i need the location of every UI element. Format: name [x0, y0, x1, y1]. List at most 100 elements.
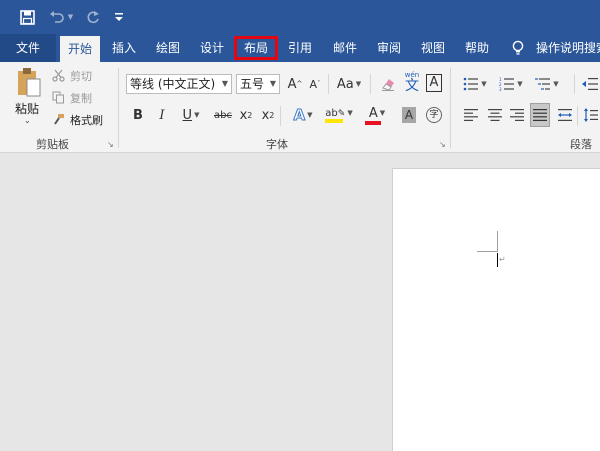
format-painter-icon: [52, 113, 66, 127]
underline-button[interactable]: U ▼: [176, 104, 206, 126]
grow-font-label: A: [287, 76, 297, 92]
paste-label[interactable]: 粘贴: [15, 100, 39, 117]
divider: [370, 74, 371, 94]
distributed-icon: [558, 109, 572, 121]
svg-text:3: 3: [499, 87, 502, 91]
scissors-icon: [52, 69, 66, 83]
grow-font-button[interactable]: A ^: [286, 73, 304, 95]
subscript-label: x: [239, 107, 248, 123]
font-launcher-icon[interactable]: ↘: [439, 140, 446, 149]
subscript-button[interactable]: x2: [238, 104, 254, 126]
divider: [574, 74, 575, 94]
title-bar: ▼: [0, 0, 600, 34]
decrease-indent-icon: [582, 78, 598, 90]
margin-corner-mark: [477, 231, 498, 252]
align-right-icon: [510, 109, 524, 121]
tab-review[interactable]: 审阅: [370, 34, 408, 62]
justify-button[interactable]: [530, 103, 550, 127]
change-case-button[interactable]: Aa ▼: [334, 73, 364, 95]
character-shading-button[interactable]: A: [400, 104, 418, 126]
distributed-button[interactable]: [556, 104, 574, 126]
format-painter-button[interactable]: 格式刷: [52, 112, 103, 128]
tab-insert[interactable]: 插入: [104, 34, 144, 62]
numbering-icon: 123: [499, 77, 515, 91]
highlight-color-swatch: [325, 118, 343, 123]
tab-draw[interactable]: 绘图: [148, 34, 188, 62]
bold-button[interactable]: B: [130, 104, 146, 126]
divider: [328, 74, 329, 94]
phonetic-guide-button[interactable]: wén 文: [402, 71, 422, 93]
tab-file[interactable]: 文件: [0, 34, 56, 62]
font-color-icon: A: [368, 105, 378, 121]
tab-references[interactable]: 引用: [282, 34, 318, 62]
copy-button[interactable]: 复制: [52, 90, 92, 106]
tab-home[interactable]: 开始: [60, 36, 100, 62]
superscript-label: x: [261, 107, 270, 123]
multilevel-list-button[interactable]: ▼: [532, 73, 562, 95]
text-highlight-button[interactable]: ab✎ ▼: [322, 104, 356, 126]
font-name-combo[interactable]: 等线 (中文正文) ▼: [126, 74, 232, 94]
ribbon-home: 粘贴 ⌄ 剪切 复制 格式刷 剪贴板 ↘ 等线 (中文正文) ▼ 五号 ▼ A ^…: [0, 62, 600, 153]
tab-mailings[interactable]: 邮件: [326, 34, 364, 62]
chevron-down-icon: ▼: [221, 79, 228, 88]
bullets-icon: [463, 77, 479, 91]
cut-label: 剪切: [70, 70, 92, 83]
paste-button[interactable]: [14, 66, 44, 100]
font-color-button[interactable]: A ▼: [362, 104, 392, 126]
font-size-value: 五号: [240, 77, 265, 91]
paragraph-group-label: 段落: [570, 138, 592, 151]
character-border-button[interactable]: A: [424, 72, 444, 94]
ribbon-tabs: 文件 开始 插入 绘图 设计 布局 引用 邮件 审阅 视图 帮助 操作说明搜索: [0, 34, 600, 62]
paste-dropdown-icon[interactable]: ⌄: [24, 116, 31, 125]
group-separator: [450, 68, 451, 148]
decrease-indent-button[interactable]: [580, 73, 600, 95]
align-center-icon: [488, 109, 502, 121]
undo-icon[interactable]: ▼: [44, 6, 78, 28]
chevron-down-icon: ▼: [269, 79, 276, 88]
enclose-characters-icon: 字: [426, 107, 442, 123]
tab-layout[interactable]: 布局: [234, 36, 278, 60]
align-left-icon: [464, 109, 478, 121]
strikethrough-button[interactable]: abc: [212, 104, 234, 126]
tab-help[interactable]: 帮助: [458, 34, 496, 62]
align-right-button[interactable]: [508, 104, 526, 126]
shrink-font-label: A: [309, 77, 318, 91]
align-left-button[interactable]: [462, 104, 480, 126]
enclose-characters-button[interactable]: 字: [424, 104, 444, 126]
document-page[interactable]: ↵: [392, 168, 600, 451]
justify-icon: [533, 109, 547, 121]
numbering-button[interactable]: 1 2 3 ▼: [496, 73, 526, 95]
group-separator: [118, 68, 119, 148]
divider: [280, 106, 281, 126]
text-effects-button[interactable]: A ▼: [288, 104, 318, 126]
shrink-font-button[interactable]: Aˇ: [306, 73, 324, 95]
clipboard-launcher-icon[interactable]: ↘: [107, 140, 114, 149]
multilevel-list-icon: [535, 78, 551, 90]
font-group-label: 字体: [266, 138, 288, 151]
align-center-button[interactable]: [486, 104, 504, 126]
redo-icon[interactable]: [84, 6, 102, 28]
text-cursor: [497, 253, 498, 267]
clipboard-group-label: 剪贴板: [36, 138, 69, 151]
save-icon[interactable]: [16, 6, 38, 28]
tab-design[interactable]: 设计: [192, 34, 232, 62]
tab-view[interactable]: 视图: [414, 34, 452, 62]
format-painter-label: 格式刷: [70, 114, 103, 127]
line-spacing-icon: [584, 108, 598, 122]
lightbulb-icon: [512, 40, 526, 56]
bullets-button[interactable]: ▼: [460, 73, 490, 95]
superscript-button[interactable]: x2: [260, 104, 276, 126]
clear-formatting-button[interactable]: [378, 73, 398, 95]
font-size-combo[interactable]: 五号 ▼: [236, 74, 280, 94]
cut-button[interactable]: 剪切: [52, 68, 92, 84]
change-case-label: Aa: [336, 76, 354, 92]
customize-qat-icon[interactable]: [112, 6, 126, 28]
copy-icon: [52, 91, 66, 105]
tell-me-search[interactable]: 操作说明搜索: [536, 34, 600, 62]
text-effects-icon: A: [293, 106, 306, 125]
line-spacing-button[interactable]: [582, 104, 600, 126]
paragraph-mark-icon: ↵: [499, 255, 506, 264]
copy-label: 复制: [70, 92, 92, 105]
underline-label: U: [182, 107, 193, 123]
italic-button[interactable]: I: [154, 104, 170, 126]
